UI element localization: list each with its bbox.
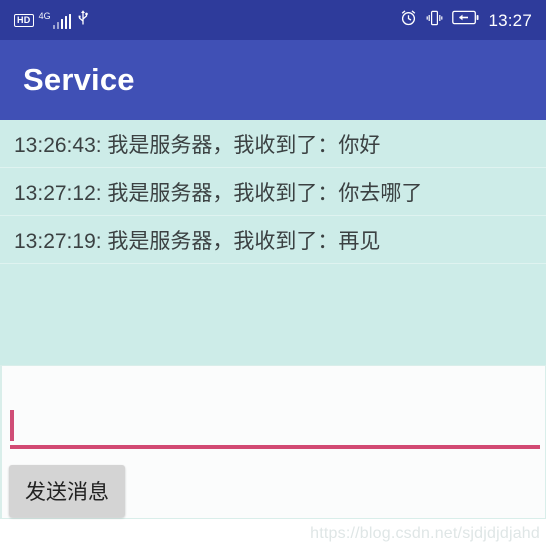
message-text: 13:26:43: 我是服务器，我收到了：你好: [14, 133, 381, 157]
network-type-label: 4G: [38, 11, 51, 21]
list-item[interactable]: 13:26:43: 我是服务器，我收到了：你好: [0, 120, 546, 168]
message-input[interactable]: [6, 406, 540, 449]
hd-icon: HD: [14, 13, 34, 27]
watermark: https://blog.csdn.net/sjdjdjdjahd: [310, 525, 540, 542]
phone-screen: HD 4G 13:27 Service 13:26:43: 我是服务器，我收到了…: [0, 0, 546, 549]
send-message-button[interactable]: 发送消息: [9, 465, 125, 517]
list-item[interactable]: 13:27:12: 我是服务器，我收到了：你去哪了: [0, 168, 546, 216]
input-underline: [10, 445, 540, 449]
page-title: Service: [23, 62, 135, 97]
status-bar: HD 4G 13:27: [0, 0, 546, 40]
vibrate-icon: [426, 9, 443, 32]
message-text: 13:27:19: 我是服务器，我收到了：再见: [14, 229, 381, 253]
usb-icon: [76, 9, 90, 31]
battery-charging-icon: [452, 10, 479, 30]
message-list[interactable]: 13:26:43: 我是服务器，我收到了：你好 13:27:12: 我是服务器，…: [0, 120, 546, 365]
status-bar-right-icons: 13:27: [400, 9, 532, 32]
input-panel: 发送消息: [0, 365, 546, 519]
message-text: 13:27:12: 我是服务器，我收到了：你去哪了: [14, 181, 423, 205]
app-bar: Service: [0, 40, 546, 120]
status-bar-left-icons: HD 4G: [14, 9, 90, 31]
text-caret: [10, 410, 14, 441]
status-bar-clock: 13:27: [488, 10, 532, 30]
list-item[interactable]: 13:27:19: 我是服务器，我收到了：再见: [0, 216, 546, 264]
signal-strength-bars: [52, 14, 72, 29]
signal-bars-icon: 4G: [39, 11, 72, 29]
alarm-clock-icon: [400, 9, 417, 31]
send-message-button-label: 发送消息: [25, 481, 109, 504]
